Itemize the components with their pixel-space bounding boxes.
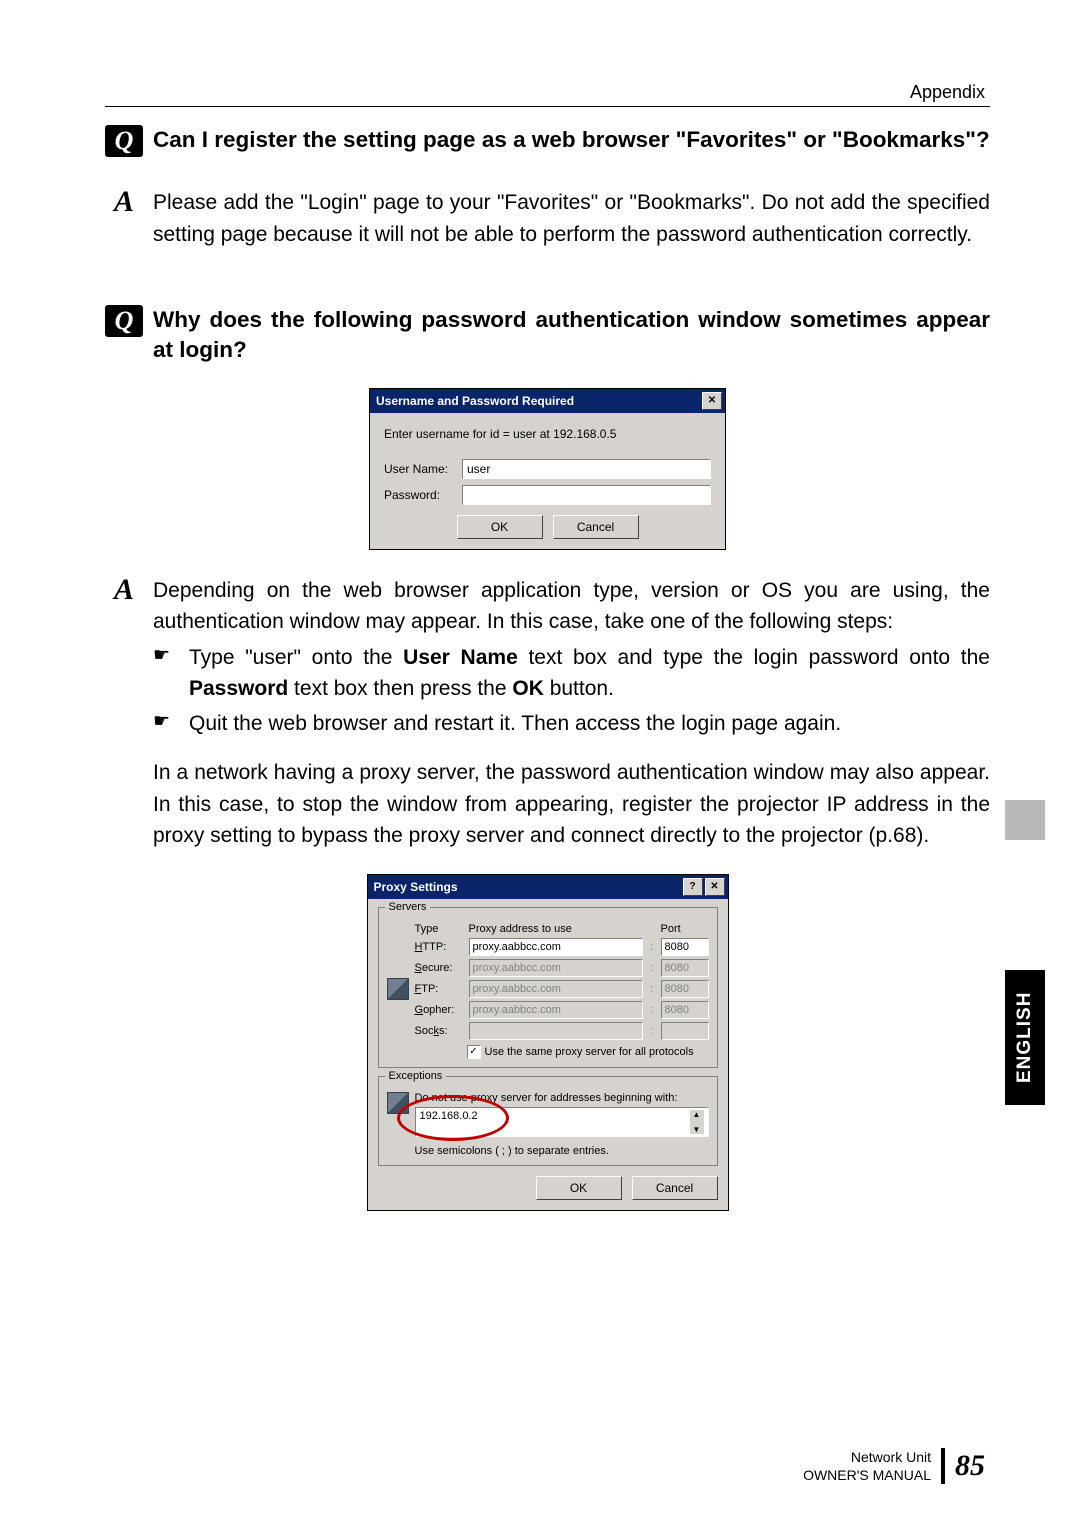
cancel-button[interactable]: Cancel (632, 1176, 718, 1200)
question-2: Why does the following password authenti… (153, 305, 990, 366)
gopher-addr-input[interactable]: proxy.aabbcc.com (469, 1001, 643, 1019)
username-label: User Name: (384, 462, 462, 476)
header-section: Appendix (910, 82, 985, 103)
bullet-1: Type "user" onto the User Name text box … (189, 642, 990, 705)
scrollbar[interactable]: ▲▼ (690, 1110, 704, 1134)
cancel-button[interactable]: Cancel (553, 515, 639, 539)
q-badge: Q (105, 305, 143, 337)
page-number: 85 (955, 1449, 985, 1483)
proxy-dialog: Proxy Settings ? ✕ Servers Type Proxy ad… (367, 874, 729, 1211)
help-icon[interactable]: ? (683, 878, 703, 896)
http-label: HTTP: (415, 941, 465, 953)
bullet-icon: ☛ (153, 708, 189, 737)
ok-button[interactable]: OK (457, 515, 543, 539)
socks-label: Socks: (415, 1025, 465, 1037)
a-badge: A (105, 187, 143, 217)
header-rule (105, 106, 990, 107)
footer: Network Unit OWNER'S MANUAL 85 (803, 1448, 985, 1484)
col-addr: Proxy address to use (469, 923, 643, 935)
exceptions-input[interactable]: 192.168.0.2 (420, 1110, 478, 1134)
http-addr-input[interactable]: proxy.aabbcc.com (469, 938, 643, 956)
socks-addr-input[interactable] (469, 1022, 643, 1040)
auth-dialog: Username and Password Required ✕ Enter u… (369, 388, 726, 550)
exceptions-hint-top: Do not use proxy server for addresses be… (415, 1092, 709, 1104)
servers-group: Servers Type Proxy address to use Port H… (378, 907, 718, 1068)
auth-titlebar: Username and Password Required ✕ (370, 389, 725, 413)
answer-1: Please add the "Login" page to your "Fav… (153, 187, 990, 250)
http-port-input[interactable]: 8080 (661, 938, 709, 956)
proxy-title: Proxy Settings (374, 880, 458, 894)
footer-divider (941, 1448, 945, 1484)
exceptions-icon (387, 1092, 409, 1114)
side-tab-stub (1005, 800, 1045, 840)
col-port: Port (661, 923, 709, 935)
exceptions-legend: Exceptions (385, 1070, 447, 1082)
same-proxy-checkbox[interactable]: ✓ (467, 1045, 481, 1059)
proxy-titlebar: Proxy Settings ? ✕ (368, 875, 728, 899)
socks-port-input[interactable] (661, 1022, 709, 1040)
auth-title: Username and Password Required (376, 394, 574, 408)
ftp-label: FTP: (415, 983, 465, 995)
secure-label: Secure: (415, 962, 465, 974)
gopher-port-input[interactable]: 8080 (661, 1001, 709, 1019)
footer-line2: OWNER'S MANUAL (803, 1466, 931, 1484)
secure-port-input[interactable]: 8080 (661, 959, 709, 977)
col-type: Type (415, 923, 465, 935)
servers-legend: Servers (385, 901, 431, 913)
bullet-2: Quit the web browser and restart it. The… (189, 708, 990, 740)
answer-2-intro: Depending on the web browser application… (153, 575, 990, 638)
q-badge: Q (105, 125, 143, 157)
ok-button[interactable]: OK (536, 1176, 622, 1200)
secure-addr-input[interactable]: proxy.aabbcc.com (469, 959, 643, 977)
language-tab: ENGLISH (1005, 970, 1045, 1105)
exceptions-group: Exceptions Do not use proxy server for a… (378, 1076, 718, 1166)
ftp-addr-input[interactable]: proxy.aabbcc.com (469, 980, 643, 998)
footer-line1: Network Unit (803, 1448, 931, 1466)
servers-icon (387, 978, 409, 1000)
a-badge: A (105, 575, 143, 605)
password-input[interactable] (462, 485, 711, 505)
gopher-label: Gopher: (415, 1004, 465, 1016)
close-icon[interactable]: ✕ (705, 878, 725, 896)
question-1: Can I register the setting page as a web… (153, 125, 990, 155)
auth-message: Enter username for id = user at 192.168.… (384, 427, 711, 441)
username-input[interactable]: user (462, 459, 711, 479)
ftp-port-input[interactable]: 8080 (661, 980, 709, 998)
answer-2-para2: In a network having a proxy server, the … (153, 757, 990, 852)
close-icon[interactable]: ✕ (702, 392, 722, 410)
bullet-icon: ☛ (153, 642, 189, 671)
exceptions-hint-bottom: Use semicolons ( ; ) to separate entries… (415, 1145, 709, 1157)
password-label: Password: (384, 488, 462, 502)
same-proxy-label: Use the same proxy server for all protoc… (485, 1046, 694, 1058)
